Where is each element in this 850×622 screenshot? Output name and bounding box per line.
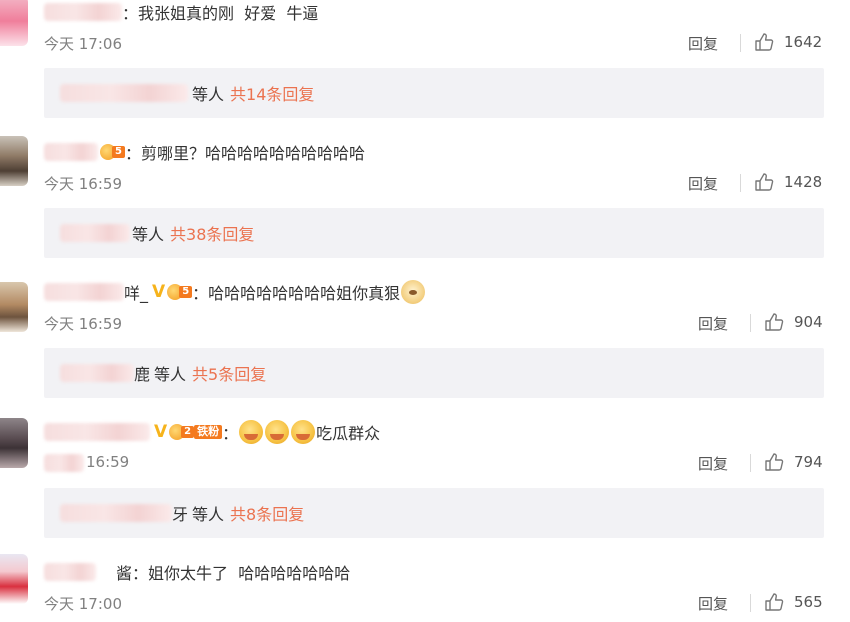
eating-melon-emoji-icon bbox=[291, 420, 316, 444]
comment-line: ： 我张姐真的刚 好爱 牛逼 bbox=[44, 0, 318, 24]
level-number: 5 bbox=[112, 146, 125, 158]
doge-emoji-icon bbox=[401, 280, 426, 304]
reply-button[interactable]: 回复 bbox=[688, 33, 718, 54]
reply-button[interactable]: 回复 bbox=[688, 173, 718, 194]
verified-v-icon: V bbox=[152, 282, 166, 302]
comment-text: 吃瓜群众 bbox=[316, 424, 381, 443]
view-replies-link[interactable]: 共5条回复 bbox=[192, 361, 266, 385]
comment-prefix: ： bbox=[124, 144, 141, 163]
eating-melon-emoji-icon bbox=[239, 420, 264, 444]
timestamp: 今天 17:06 bbox=[44, 35, 122, 53]
like-count: 565 bbox=[794, 593, 823, 611]
vip-level-badge: 2 bbox=[169, 423, 195, 441]
level-number: 2 bbox=[181, 426, 195, 438]
username-blurred[interactable] bbox=[60, 84, 188, 102]
avatar[interactable] bbox=[0, 418, 28, 468]
username-blurred[interactable] bbox=[44, 283, 124, 301]
divider bbox=[750, 594, 751, 612]
comment-line: 酱 ： 姐你太牛了 哈哈哈哈哈哈哈 bbox=[44, 560, 350, 584]
divider bbox=[750, 454, 751, 472]
username-blurred[interactable] bbox=[44, 3, 122, 21]
like-count: 1642 bbox=[784, 33, 823, 51]
avatar[interactable] bbox=[0, 554, 28, 604]
sub-reply-tail: 等人 bbox=[192, 505, 225, 524]
sub-reply-summary[interactable]: 等人 共14条回复 bbox=[44, 68, 824, 118]
fan-badge: 铁粉 bbox=[194, 425, 223, 439]
thumbs-up-icon[interactable] bbox=[764, 452, 784, 472]
view-replies-link[interactable]: 共14条回复 bbox=[230, 81, 314, 105]
eating-melon-emoji-icon bbox=[265, 420, 290, 444]
comment-text: 剪哪里？哈哈哈哈哈哈哈哈哈哈 bbox=[140, 144, 365, 163]
divider bbox=[750, 314, 751, 332]
timestamp: 16:59 bbox=[86, 453, 130, 471]
reply-button[interactable]: 回复 bbox=[698, 453, 728, 474]
thumbs-up-icon[interactable] bbox=[754, 32, 774, 52]
thumbs-up-icon[interactable] bbox=[764, 592, 784, 612]
reply-button[interactable]: 回复 bbox=[698, 313, 728, 334]
divider bbox=[740, 34, 741, 52]
view-replies-link[interactable]: 共38条回复 bbox=[170, 221, 254, 245]
sub-reply-summary[interactable]: 牙 等人 共8条回复 bbox=[44, 488, 824, 538]
username-blurred[interactable] bbox=[60, 504, 172, 522]
verified-v-icon: V bbox=[154, 422, 168, 442]
sub-reply-summary[interactable]: 鹿 等人 共5条回复 bbox=[44, 348, 824, 398]
comment-prefix: ： bbox=[222, 424, 239, 443]
like-count: 1428 bbox=[784, 173, 823, 191]
comment-line: 5 ： 剪哪里？哈哈哈哈哈哈哈哈哈哈 bbox=[44, 140, 365, 164]
sub-reply-tail: 等人 bbox=[132, 225, 165, 244]
reply-button[interactable]: 回复 bbox=[698, 593, 728, 614]
comment-prefix: ： bbox=[122, 4, 139, 23]
username-blurred[interactable] bbox=[60, 364, 134, 382]
comment-5: 酱 ： 姐你太牛了 哈哈哈哈哈哈哈 今天 17:00 回复 565 bbox=[0, 554, 850, 622]
username-blurred bbox=[44, 454, 84, 472]
username-blurred[interactable] bbox=[44, 143, 98, 161]
comment-text: 姐你太牛了 哈哈哈哈哈哈哈 bbox=[148, 564, 351, 583]
like-count: 904 bbox=[794, 313, 823, 331]
sub-reply-summary[interactable]: 等人 共38条回复 bbox=[44, 208, 824, 258]
username-tail[interactable]: 酱 bbox=[116, 560, 132, 584]
sub-reply-tail: 等人 bbox=[192, 85, 225, 104]
divider bbox=[740, 174, 741, 192]
comment-3: 咩_ V 5 ： 哈哈哈哈哈哈哈哈姐你真狠 今天 16:59 回复 904 鹿 … bbox=[0, 280, 850, 420]
username-blurred[interactable] bbox=[44, 563, 96, 581]
view-replies-link[interactable]: 共8条回复 bbox=[230, 501, 304, 525]
username-blurred[interactable] bbox=[60, 224, 130, 242]
username-blurred[interactable] bbox=[44, 423, 150, 441]
comment-2: 5 ： 剪哪里？哈哈哈哈哈哈哈哈哈哈 今天 16:59 回复 1428 等人 共… bbox=[0, 136, 850, 280]
comment-4: V 2 铁粉 ： 吃瓜群众 16:59 回复 794 牙 等人 共8条回复 bbox=[0, 418, 850, 560]
sub-reply-name-tail[interactable]: 牙 bbox=[172, 501, 188, 525]
thumbs-up-icon[interactable] bbox=[764, 312, 784, 332]
vip-level-badge: 5 bbox=[167, 283, 193, 301]
comment-text: 哈哈哈哈哈哈哈哈姐你真狠 bbox=[208, 284, 401, 303]
sub-reply-tail: 等人 bbox=[154, 365, 187, 384]
level-number: 5 bbox=[179, 286, 193, 298]
vip-level-badge: 5 bbox=[100, 143, 125, 161]
like-count: 794 bbox=[794, 453, 823, 471]
thumbs-up-icon[interactable] bbox=[754, 172, 774, 192]
avatar[interactable] bbox=[0, 282, 28, 332]
sub-reply-name-tail[interactable]: 鹿 bbox=[134, 361, 150, 385]
comment-prefix: ： bbox=[132, 564, 149, 583]
avatar[interactable] bbox=[0, 136, 28, 186]
avatar[interactable] bbox=[0, 0, 28, 46]
timestamp: 今天 16:59 bbox=[44, 175, 122, 193]
comment-line: V 2 铁粉 ： 吃瓜群众 bbox=[44, 420, 380, 444]
comment-text: 我张姐真的刚 好爱 牛逼 bbox=[138, 4, 319, 23]
username-tail[interactable]: 咩_ bbox=[124, 280, 148, 304]
timestamp: 今天 16:59 bbox=[44, 315, 122, 333]
comment-prefix: ： bbox=[192, 284, 209, 303]
comment-line: 咩_ V 5 ： 哈哈哈哈哈哈哈哈姐你真狠 bbox=[44, 280, 426, 304]
comment-1: ： 我张姐真的刚 好爱 牛逼 今天 17:06 回复 1642 等人 共14条回… bbox=[0, 0, 850, 140]
timestamp: 今天 17:00 bbox=[44, 595, 122, 613]
